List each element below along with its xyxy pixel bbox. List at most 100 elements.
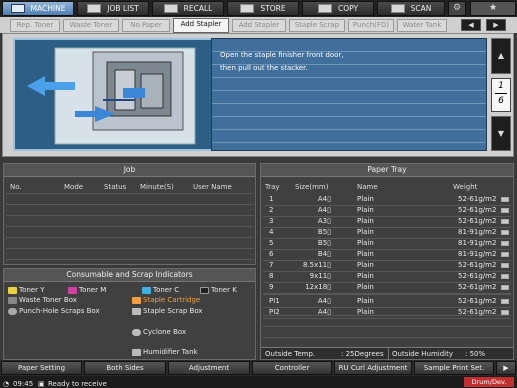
tray-weight: 81-91g/m2: [458, 239, 497, 247]
tray-paper-name: Plain: [357, 272, 374, 280]
consumable-label: Staple Cartridge: [143, 296, 201, 304]
tray-number: 4: [269, 228, 274, 236]
page-total: 6: [495, 93, 507, 108]
consumable-label: Cyclone Box: [143, 328, 187, 336]
tray-col-name: Name: [357, 183, 378, 191]
tray-number: 5: [269, 239, 274, 247]
toner-k-icon: [200, 286, 209, 294]
adjustment-button[interactable]: Adjustment: [168, 361, 250, 375]
mode-label: MACHINE: [30, 4, 66, 13]
tab-no-paper[interactable]: No Paper: [122, 19, 170, 32]
tray-weight: 52-61g/m2: [458, 217, 497, 225]
consumable-label: Toner M: [79, 286, 107, 294]
tab-prev-button[interactable]: ◀: [461, 19, 481, 31]
consumable-label: Staple Scrap Box: [143, 307, 203, 315]
job-col-user: User Name: [193, 183, 232, 191]
printer-icon: ▣: [38, 380, 45, 388]
tray-number: 6: [269, 250, 274, 258]
job-row-divider: [6, 248, 253, 249]
machine-icon: [10, 4, 25, 13]
both-sides-button[interactable]: Both Sides: [84, 361, 166, 375]
tab-next-button[interactable]: ▶: [486, 19, 506, 31]
waste-toner-indicator: Waste Toner Box: [8, 296, 77, 304]
tray-col-size: Size(mm): [295, 183, 329, 191]
toner-y-icon: [8, 286, 17, 294]
mode-bar: MACHINE JOB LIST RECALL STORE COPY SCAN …: [0, 0, 517, 17]
mode-label: SCAN: [410, 4, 432, 13]
page-controls: ▲ 1 6 ▼: [491, 38, 511, 151]
outside-temp-label: Outside Temp.: [265, 350, 316, 358]
job-row-divider: [6, 226, 253, 227]
tray-weight: 52-61g/m2: [458, 308, 497, 316]
toner-c-icon: [142, 286, 151, 294]
tab-punch-fd[interactable]: Punch(FD): [348, 19, 394, 32]
tray-row-divider: [263, 318, 511, 319]
tray-col-weight: Weight: [453, 183, 478, 191]
tab-staple-scrap[interactable]: Staple Scrap: [289, 19, 345, 32]
outside-humidity-value: : 50%: [465, 350, 486, 358]
tray-paper-name: Plain: [357, 217, 374, 225]
tab-add-stapler[interactable]: Add Stapler: [173, 18, 229, 33]
tab-rep-toner[interactable]: Rep. Toner: [10, 19, 60, 32]
consumable-label: Toner Y: [19, 286, 45, 294]
paper-setting-button[interactable]: Paper Setting: [1, 361, 82, 375]
job-row-divider: [6, 237, 253, 238]
tray-level-icon: [501, 197, 509, 202]
copy-icon: [317, 4, 332, 13]
consumables-panel: Consumable and Scrap Indicators Toner Y …: [3, 268, 256, 360]
tray-size: B5▯: [317, 228, 331, 236]
mode-machine-button[interactable]: MACHINE: [2, 1, 74, 16]
consumable-label: Humidifier Tank: [143, 348, 198, 356]
tray-size: A3▯: [317, 217, 331, 225]
page-up-button[interactable]: ▲: [491, 38, 511, 74]
mode-job-list-button[interactable]: JOB LIST: [77, 1, 149, 16]
toner-m-indicator: Toner M: [68, 286, 106, 294]
tray-level-icon: [501, 285, 509, 290]
mode-store-button[interactable]: STORE: [227, 1, 299, 16]
tray-weight: 52-61g/m2: [458, 297, 497, 305]
message-line-2: then pull out the stacker.: [220, 64, 308, 72]
favorite-icon[interactable]: ★: [470, 1, 516, 16]
tray-size: B5▯: [317, 239, 331, 247]
tab-waste-toner[interactable]: Waste Toner: [63, 19, 119, 32]
tray-paper-name: Plain: [357, 239, 374, 247]
page-down-button[interactable]: ▼: [491, 116, 511, 151]
tray-weight: 52-61g/m2: [458, 206, 497, 214]
tray-level-icon: [501, 241, 509, 246]
mode-copy-button[interactable]: COPY: [302, 1, 374, 16]
mode-label: RECALL: [183, 4, 213, 13]
tray-level-icon: [501, 252, 509, 257]
cyclone-box-indicator: Cyclone Box: [132, 328, 186, 336]
tray-paper-name: Plain: [357, 308, 374, 316]
humidifier-tank-icon: [132, 348, 141, 356]
punch-scraps-indicator: Punch-Hole Scraps Box: [8, 307, 100, 315]
status-bar: ◔ 09:45 ▣ Ready to receive Drum/Dev.: [0, 376, 517, 388]
mode-label: JOB LIST: [107, 4, 139, 13]
tray-level-icon: [501, 299, 509, 304]
status-badge[interactable]: Drum/Dev.: [464, 377, 514, 387]
consumable-label: Waste Toner Box: [19, 296, 77, 304]
tray-row-divider: [263, 326, 511, 327]
tray-row-divider: [263, 294, 511, 295]
staple-scrap-indicator: Staple Scrap Box: [132, 307, 203, 315]
page-current: 1: [498, 81, 504, 91]
tray-weight: 81-91g/m2: [458, 250, 497, 258]
staple-scrap-icon: [132, 307, 141, 315]
tray-number: 3: [269, 217, 274, 225]
job-row-divider: [6, 204, 253, 205]
humidifier-tank-indicator: Humidifier Tank: [132, 348, 198, 356]
status-text: Ready to receive: [48, 380, 107, 388]
sample-print-set-button[interactable]: Sample Print Set.: [414, 361, 494, 375]
tab-water-tank[interactable]: Water Tank: [397, 19, 447, 32]
waste-toner-icon: [8, 296, 17, 304]
settings-icon[interactable]: ⚙: [448, 1, 466, 16]
tray-number: PI1: [269, 297, 280, 305]
controller-button[interactable]: Controller: [252, 361, 332, 375]
tab-add-stapler-2[interactable]: Add Stapler: [232, 19, 286, 32]
more-button[interactable]: ▶: [496, 361, 516, 375]
tray-number: PI2: [269, 308, 280, 316]
tray-paper-name: Plain: [357, 228, 374, 236]
ru-curl-adjustment-button[interactable]: RU Curl Adjustment: [334, 361, 412, 375]
mode-scan-button[interactable]: SCAN: [377, 1, 445, 16]
mode-recall-button[interactable]: RECALL: [152, 1, 224, 16]
